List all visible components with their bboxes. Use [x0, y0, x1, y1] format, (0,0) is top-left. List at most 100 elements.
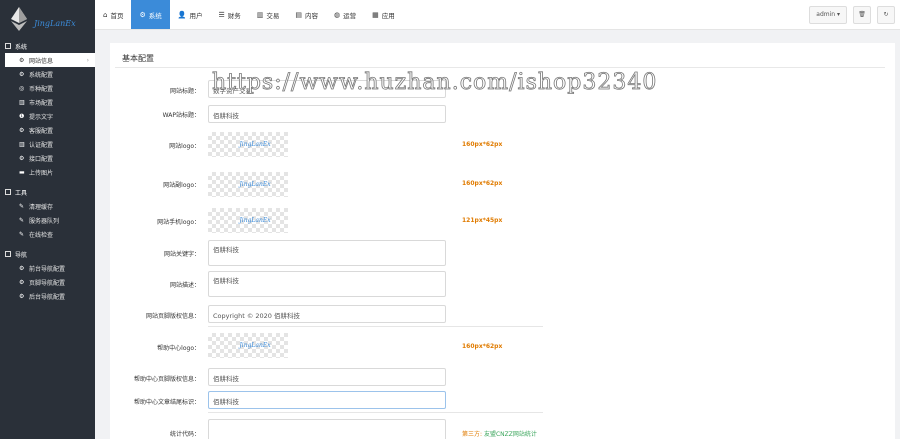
sidebar-item[interactable]: ✎ 服务器队列 [0, 213, 95, 227]
tab-6[interactable]: ◍ 运营 [326, 0, 364, 29]
watermark-text: https://www.huzhan.com/ishop32340 [212, 70, 658, 96]
tab-label: 运营 [343, 11, 357, 20]
mobile-logo-label: 网站手机logo： [157, 219, 200, 226]
tab-3[interactable]: ☰ 财务 [210, 0, 248, 29]
admin-dropdown-button[interactable]: admin ▾ [809, 5, 847, 24]
chevron-right-icon: › [86, 56, 89, 64]
menu-item-icon: ⚙ [19, 70, 25, 78]
menu-item-icon: ⚙ [19, 126, 25, 134]
sidebar-item[interactable]: ◎ 币种配置 [0, 81, 95, 95]
tab-2[interactable]: 👤 用户 [170, 0, 211, 29]
copyright-input[interactable]: Copyright © 2020 佰耕科技 [208, 305, 446, 323]
collapse-icon [5, 251, 11, 257]
sidebar-item-label: 提示文字 [29, 113, 54, 121]
keywords-textarea[interactable]: 佰耕科技 [208, 240, 446, 266]
menu-item-icon: ▬ [19, 168, 25, 176]
tab-label: 系统 [148, 11, 162, 20]
top-tabs: ⌂ 首页 ⚙ 系统 👤 用户 ☰ 财务 ▥ 交易 ▤ 内容 ◍ 运营 ▦ 应用 [95, 0, 403, 29]
sidebar-item[interactable]: ❶ 提示文字 [0, 109, 95, 123]
sidebar-item-label: 网站信息 [29, 57, 54, 65]
stats-code-hint: 第三方: 友盟CNZZ网站统计 [462, 429, 537, 438]
help-article-end-input[interactable]: 佰耕科技 [208, 391, 446, 409]
top-right-actions: admin ▾ 🗑 ↻ [809, 0, 900, 29]
menu-item-icon: ▥ [19, 140, 25, 148]
help-copyright-input[interactable]: 佰耕科技 [208, 368, 446, 386]
cnzz-link[interactable]: 友盟CNZZ网站统计 [484, 431, 537, 438]
menu-item-icon: ✎ [19, 202, 25, 210]
site-sublogo-upload[interactable]: JingLanEx [208, 172, 288, 197]
sidebar-item[interactable]: ⚙ 后台导航配置 [0, 289, 95, 303]
sidebar-item-label: 上传图片 [29, 169, 54, 177]
menu-item-icon: ◎ [19, 84, 25, 92]
help-logo-upload[interactable]: JingLanEx [208, 333, 288, 358]
sidebar-item-label: 币种配置 [29, 85, 54, 93]
tab-label: 用户 [189, 11, 203, 20]
mobile-logo-preview-text: JingLanEx [239, 217, 271, 224]
nav-group-title: 工具 [15, 189, 28, 197]
section-divider-2 [208, 412, 543, 413]
sidebar-item[interactable]: ▥ 市场配置 [0, 95, 95, 109]
help-logo-preview-text: JingLanEx [239, 342, 271, 349]
nav-group-header[interactable]: 系统 [0, 39, 95, 53]
sidebar-item[interactable]: ✎ 清理缓存 [0, 199, 95, 213]
keywords-label: 网站关键字： [163, 251, 200, 258]
tab-label: 财务 [227, 11, 241, 20]
sublogo-preview-text: JingLanEx [239, 181, 271, 188]
tab-4[interactable]: ▥ 交易 [249, 0, 288, 29]
user-icon: 👤 [177, 10, 187, 19]
basic-config-panel: 基本配置 网站标题： 数字资产交易 WAP站标题： 佰耕科技 网站logo： J… [110, 43, 895, 439]
wap-title-input[interactable]: 佰耕科技 [208, 105, 446, 123]
bar-chart-icon: ▥ [256, 10, 264, 19]
tab-5[interactable]: ▤ 内容 [287, 0, 326, 29]
sidebar-item-label: 系统配置 [29, 71, 54, 79]
refresh-icon[interactable]: ↻ [877, 5, 895, 24]
help-article-end-label: 帮助中心文章结尾标识： [133, 399, 200, 406]
site-logo-size-hint: 160px*62px [462, 141, 503, 148]
sidebar-item[interactable]: ⚙ 网站信息 › [5, 53, 95, 67]
nav-group-title: 导航 [15, 251, 28, 259]
sidebar-item-label: 服务器队列 [29, 217, 60, 225]
description-textarea[interactable]: 佰耕科技 [208, 271, 446, 297]
ethereum-logo-icon [11, 6, 27, 31]
sidebar-item-label: 前台导航配置 [29, 265, 66, 273]
sidebar-item-label: 市场配置 [29, 99, 54, 107]
brand-name: JingLanEx [34, 19, 76, 28]
sidebar-item[interactable]: ⚙ 系统配置 [0, 67, 95, 81]
panel-divider [115, 67, 885, 68]
nav-group-header[interactable]: 工具 [0, 185, 95, 199]
help-copyright-label: 帮助中心页脚版权信息： [133, 376, 200, 383]
sidebar-item[interactable]: ▬ 上传图片 [0, 165, 95, 179]
stats-code-textarea[interactable] [208, 419, 446, 439]
sidebar-item-label: 清理缓存 [29, 203, 54, 211]
help-logo-size-hint: 160px*62px [462, 343, 503, 350]
sidebar-item[interactable]: ⚙ 接口配置 [0, 151, 95, 165]
trash-icon[interactable]: 🗑 [853, 5, 871, 24]
sidebar-item[interactable]: ⚙ 客服配置 [0, 123, 95, 137]
sidebar-item[interactable]: ▥ 认证配置 [0, 137, 95, 151]
stats-hint-prefix: 第三方: [462, 431, 483, 438]
globe-icon: ◍ [333, 10, 341, 19]
list-icon: ☰ [218, 10, 225, 19]
tab-7[interactable]: ▦ 应用 [364, 0, 403, 29]
tab-1[interactable]: ⚙ 系统 [131, 0, 170, 29]
collapse-icon [5, 43, 11, 49]
menu-item-icon: ✎ [19, 216, 25, 224]
tab-0[interactable]: ⌂ 首页 [95, 0, 131, 29]
sidebar-item-label: 页脚导航配置 [29, 279, 66, 287]
sidebar-item[interactable]: ⚙ 前台导航配置 [0, 261, 95, 275]
mobile-logo-size-hint: 121px*45px [462, 217, 503, 224]
tab-label: 内容 [304, 11, 318, 20]
sidebar-item[interactable]: ✎ 在线检查 [0, 227, 95, 241]
brand-logo[interactable]: JingLanEx [0, 0, 95, 37]
sidebar-item[interactable]: ⚙ 页脚导航配置 [0, 275, 95, 289]
site-title-label: 网站标题： [169, 88, 200, 95]
site-logo-upload[interactable]: JingLanEx [208, 132, 288, 157]
tab-label: 首页 [110, 11, 124, 20]
nav-group-header[interactable]: 导航 [0, 247, 95, 261]
nav-group-0: 系统 ⚙ 网站信息 › ⚙ 系统配置 ◎ 币种配置 ▥ 市场配置 ❶ 提示文字 ⚙ 客服配置 ▥ 认证配置 ⚙ 接… [0, 39, 95, 183]
gear-icon: ⚙ [139, 10, 146, 19]
sidebar-item-label: 认证配置 [29, 141, 54, 149]
mobile-logo-upload[interactable]: JingLanEx [208, 208, 288, 233]
